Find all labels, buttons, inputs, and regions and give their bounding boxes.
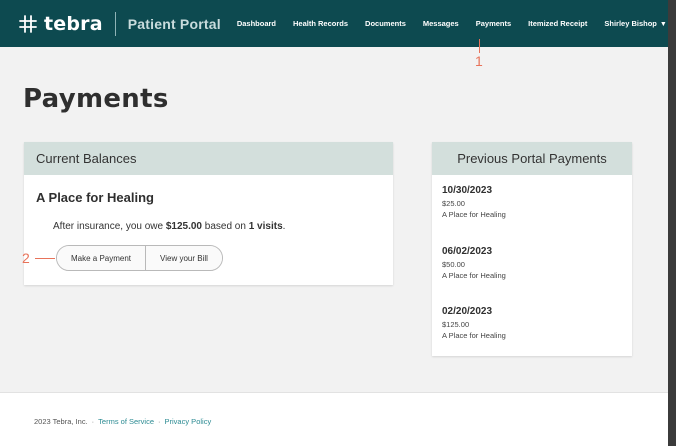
current-balances-card: Current Balances A Place for Healing Aft… bbox=[24, 142, 393, 285]
current-balances-header: Current Balances bbox=[24, 142, 393, 175]
nav-payments[interactable]: Payments bbox=[476, 19, 511, 28]
user-name: Shirley Bishop bbox=[604, 19, 657, 28]
tebra-logo[interactable]: tebra bbox=[18, 13, 103, 35]
payment-practice: A Place for Healing bbox=[442, 331, 506, 340]
owe-suffix: . bbox=[282, 221, 286, 232]
annotation-line-2 bbox=[35, 258, 55, 259]
owe-prefix: After insurance, you owe bbox=[53, 221, 166, 232]
payment-item: 02/20/2023 $125.00 A Place for Healing bbox=[442, 306, 506, 340]
view-bill-button[interactable]: View your Bill bbox=[145, 246, 222, 270]
payment-amount: $125.00 bbox=[442, 320, 470, 329]
terms-of-service-link[interactable]: Terms of Service bbox=[98, 417, 154, 426]
caret-down-icon: ▼ bbox=[659, 21, 667, 28]
nav-dashboard[interactable]: Dashboard bbox=[237, 19, 276, 28]
payment-practice: A Place for Healing bbox=[442, 210, 506, 219]
payment-date: 10/30/2023 bbox=[442, 185, 493, 196]
balance-summary: After insurance, you owe $125.00 based o… bbox=[53, 221, 285, 232]
user-menu[interactable]: Shirley Bishop ▼ bbox=[604, 19, 666, 28]
previous-payments-card: Previous Portal Payments 10/30/2023 $25.… bbox=[432, 142, 632, 356]
nav-documents[interactable]: Documents bbox=[365, 19, 406, 28]
payment-amount: $25.00 bbox=[442, 199, 465, 208]
owe-middle: based on bbox=[202, 221, 249, 232]
top-nav-bar: tebra Patient Portal Dashboard Health Re… bbox=[0, 0, 668, 47]
nav-messages[interactable]: Messages bbox=[423, 19, 459, 28]
window-edge bbox=[668, 0, 676, 446]
payment-practice: A Place for Healing bbox=[442, 271, 506, 280]
nav-health-records[interactable]: Health Records bbox=[293, 19, 348, 28]
previous-payments-header: Previous Portal Payments bbox=[432, 142, 632, 175]
tebra-logo-icon bbox=[19, 14, 37, 33]
payment-item: 06/02/2023 $50.00 A Place for Healing bbox=[442, 246, 506, 280]
logo-divider bbox=[114, 11, 116, 36]
visit-count: 1 visits bbox=[248, 221, 283, 232]
payment-date: 02/20/2023 bbox=[442, 306, 493, 317]
payment-item: 10/30/2023 $25.00 A Place for Healing bbox=[442, 185, 506, 219]
annotation-marker-2: 2 bbox=[22, 250, 30, 266]
portal-title: Patient Portal bbox=[127, 15, 221, 32]
main-nav: Dashboard Health Records Documents Messa… bbox=[237, 19, 667, 28]
page-footer: 2023 Tebra, Inc. · Terms of Service · Privac… bbox=[0, 392, 668, 446]
payment-amount: $50.00 bbox=[442, 260, 465, 269]
privacy-policy-link[interactable]: Privacy Policy bbox=[165, 417, 212, 426]
annotation-line-1 bbox=[479, 39, 480, 53]
payment-button-group: Make a Payment View your Bill bbox=[56, 245, 223, 271]
footer-line: 2023 Tebra, Inc. · Terms of Service · Privac… bbox=[34, 417, 211, 426]
page-title: Payments bbox=[23, 84, 169, 114]
copyright-text: 2023 Tebra, Inc. bbox=[34, 417, 88, 426]
make-payment-button[interactable]: Make a Payment bbox=[57, 246, 146, 270]
annotation-marker-1: 1 bbox=[475, 53, 483, 69]
owe-amount: $125.00 bbox=[165, 221, 202, 232]
logo-text: tebra bbox=[44, 12, 103, 35]
footer-separator: · bbox=[91, 417, 95, 426]
payment-date: 06/02/2023 bbox=[442, 246, 493, 257]
footer-separator: · bbox=[158, 417, 161, 426]
nav-itemized-receipt[interactable]: Itemized Receipt bbox=[528, 19, 587, 28]
practice-name: A Place for Healing bbox=[36, 190, 154, 205]
